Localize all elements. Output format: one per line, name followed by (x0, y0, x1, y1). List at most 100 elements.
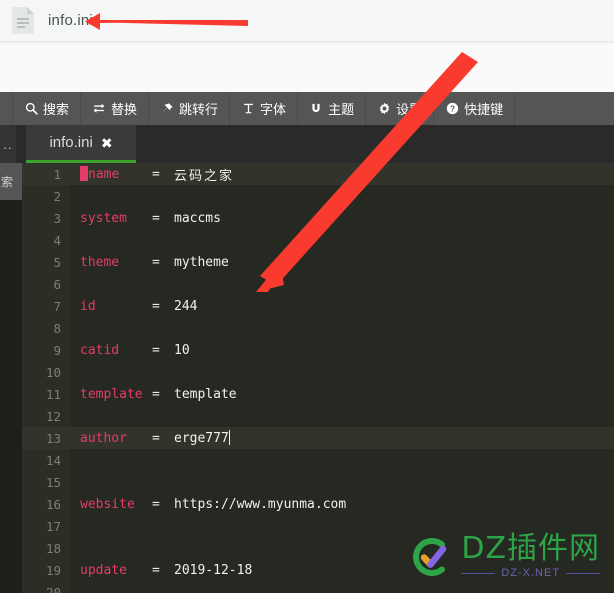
watermark-sub-text: DZ-X.NET (501, 567, 561, 579)
toolbar-label-shortcuts: 快捷键 (464, 102, 504, 117)
config-key-text: catid (80, 342, 120, 358)
toolbar-label-replace: 替换 (111, 102, 138, 117)
text-caret (228, 430, 231, 445)
toolbar-button-search[interactable]: 搜索 (13, 92, 82, 125)
config-value-text: https://www.myunma.com (174, 496, 347, 512)
line-number: 12 (45, 408, 61, 424)
swap-arrows-icon (92, 102, 106, 116)
line-number: 11 (45, 386, 61, 402)
editor-tab-bar: .. info.ini ✖ (0, 125, 614, 163)
code-line[interactable]: 5 theme = mytheme (22, 251, 614, 273)
code-line[interactable]: 9 catid = 10 (22, 339, 614, 361)
equals-sign: = (152, 386, 160, 402)
toolbar-button-settings[interactable]: 设置 (366, 92, 435, 125)
config-key: website (70, 497, 152, 512)
code-line[interactable]: 14 (22, 449, 614, 471)
config-value: 244 (174, 299, 197, 314)
left-panel-search-label: 搜索 (0, 175, 14, 189)
tab-info-ini[interactable]: info.ini ✖ (26, 125, 136, 163)
config-key-text: template (80, 386, 143, 402)
tab-overflow-indicator[interactable]: .. (0, 125, 16, 163)
line-number: 13 (45, 430, 61, 446)
tab-label: info.ini (49, 134, 93, 151)
config-key: template (70, 387, 152, 402)
config-key-text: author (80, 430, 127, 446)
line-number: 16 (45, 496, 61, 512)
code-editor[interactable]: 1 name = 云码之家 2 3 system = maccms 4 5 theme = mytheme… (22, 163, 614, 593)
close-icon[interactable]: ✖ (101, 136, 113, 150)
toolbar-button-font[interactable]: 字体 (230, 92, 299, 125)
code-line[interactable]: 7 id = 244 (22, 295, 614, 317)
line-number: 19 (45, 562, 61, 578)
line-number: 18 (45, 540, 61, 556)
config-value: erge777 (174, 430, 231, 446)
config-key: update (70, 563, 152, 578)
code-line[interactable]: 3 system = maccms (22, 207, 614, 229)
equals-sign: = (152, 562, 160, 578)
config-value: maccms (174, 211, 221, 226)
equals-sign: = (152, 166, 160, 182)
config-value-text: 2019-12-18 (174, 562, 253, 578)
config-key: name (70, 166, 152, 182)
line-number: 3 (53, 210, 61, 226)
watermark-main-text: DZ插件网 (461, 531, 600, 566)
config-value-text: 云码之家 (174, 168, 235, 184)
config-value: https://www.myunma.com (174, 497, 346, 512)
toolbar-button-theme[interactable]: 主题 (298, 92, 367, 125)
code-line[interactable]: 11 template = template (22, 383, 614, 405)
toolbar-button-shortcuts[interactable]: ? 快捷键 (434, 92, 516, 125)
code-line[interactable]: 13 author = erge777 (22, 427, 614, 449)
config-key-text: name (88, 167, 120, 182)
line-number: 8 (53, 320, 61, 336)
config-key: author (70, 431, 152, 446)
config-key-text: update (80, 562, 127, 578)
gear-icon (377, 102, 391, 116)
search-icon (24, 102, 38, 116)
code-line[interactable]: 16 website = https://www.myunma.com (22, 493, 614, 515)
document-icon (12, 7, 34, 34)
config-value-text: maccms (174, 210, 221, 226)
config-key: system (70, 211, 152, 226)
config-value-text: 10 (174, 342, 190, 358)
config-key: id (70, 299, 152, 314)
question-circle-icon: ? (445, 102, 459, 116)
code-line[interactable]: 12 (22, 405, 614, 427)
line-number: 9 (53, 342, 61, 358)
magnet-icon (309, 102, 323, 116)
file-name-label: info.ini (48, 12, 93, 29)
code-line[interactable]: 20 (22, 581, 614, 593)
toolbar-button-replace[interactable]: 替换 (81, 92, 150, 125)
line-number: 5 (53, 254, 61, 270)
text-format-icon (241, 102, 255, 116)
left-panel-search-stub[interactable]: 搜索 (0, 163, 22, 200)
left-rail (0, 200, 22, 593)
config-key-text: system (80, 210, 127, 226)
equals-sign: = (152, 210, 160, 226)
config-key-text: id (80, 298, 96, 314)
config-value-text: template (174, 386, 237, 402)
code-line[interactable]: 6 (22, 273, 614, 295)
line-number: 7 (53, 298, 61, 314)
code-line[interactable]: 2 (22, 185, 614, 207)
config-key: theme (70, 255, 152, 270)
toolbar-left-pad (0, 92, 13, 125)
watermark: DZ插件网 DZ-X.NET (409, 531, 601, 579)
code-line[interactable]: 4 (22, 229, 614, 251)
toolbar-label-theme: 主题 (328, 102, 355, 117)
code-line[interactable]: 10 (22, 361, 614, 383)
config-value-text: 244 (174, 298, 198, 314)
config-value: 2019-12-18 (174, 563, 252, 578)
editor-toolbar: 搜索 替换 跳转行 字体 主题 设置 ? 快捷键 (0, 92, 614, 125)
config-value-text: erge777 (174, 431, 229, 446)
equals-sign: = (152, 496, 160, 512)
line-number: 2 (53, 188, 61, 204)
toolbar-button-goto-line[interactable]: 跳转行 (149, 92, 231, 125)
code-line[interactable]: 8 (22, 317, 614, 339)
toolbar-label-font: 字体 (260, 102, 287, 117)
equals-sign: = (152, 430, 160, 446)
toolbar-label-search: 搜索 (43, 102, 70, 117)
code-line[interactable]: 15 (22, 471, 614, 493)
line-number: 20 (45, 584, 61, 593)
code-line[interactable]: 1 name = 云码之家 (22, 163, 614, 185)
config-key-text: website (80, 496, 135, 512)
